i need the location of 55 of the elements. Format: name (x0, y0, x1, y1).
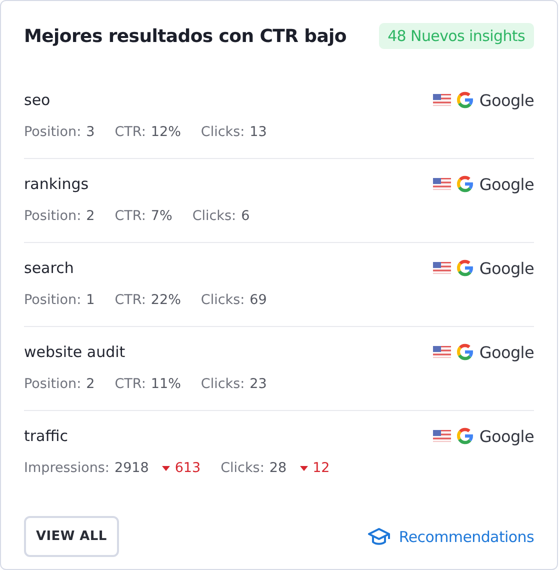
stat-label: CTR: (114, 124, 146, 140)
keyword: website audit (24, 343, 126, 361)
graduation-cap-icon (368, 528, 390, 546)
stat-change: 613 (174, 460, 201, 476)
keyword: traffic (24, 427, 68, 445)
stat-label: Position: (24, 376, 82, 392)
stat-value: 2 (86, 208, 95, 224)
stat-value: 23 (250, 376, 267, 392)
stat-value: 2918 (114, 460, 149, 476)
stat-label: Position: (24, 292, 82, 308)
stat-label: Clicks: (200, 292, 245, 308)
stat-value: 3 (86, 124, 95, 140)
stat-value: 1 (86, 292, 95, 308)
search-engine-label: Google (479, 258, 534, 278)
stat-label: CTR: (114, 208, 146, 224)
google-icon (455, 174, 476, 194)
stat-value: 11% (150, 376, 181, 392)
stat-label: Impressions: (24, 460, 110, 476)
stat-value: 12% (150, 124, 181, 140)
keyword: search (24, 259, 74, 277)
stat-label: CTR: (114, 376, 146, 392)
google-icon (455, 90, 476, 110)
stat-value: 2 (86, 376, 95, 392)
stat-label: Clicks: (200, 124, 245, 140)
search-engine-label: Google (479, 174, 534, 194)
stat-label: Position: (24, 124, 82, 140)
google-icon (455, 258, 476, 278)
search-engine-label: Google (479, 90, 534, 110)
stat-value: 22% (150, 292, 181, 308)
stat-value: 6 (241, 208, 250, 224)
keyword: seo (24, 91, 50, 109)
stat-value: 13 (250, 124, 267, 140)
stat-change: 12 (312, 460, 330, 476)
view-all-button[interactable]: VIEW ALL (24, 516, 119, 557)
stat-label: Clicks: (192, 208, 236, 224)
google-icon (455, 426, 476, 446)
flag-icon (433, 94, 452, 106)
stat-label: Position: (24, 208, 82, 224)
flag-icon (433, 430, 452, 442)
stat-label: CTR: (114, 292, 146, 308)
stat-value: 7% (150, 208, 172, 224)
stat-value: 28 (269, 460, 287, 476)
flag-icon (433, 262, 452, 274)
card-title: Mejores resultados con CTR bajo (24, 26, 346, 46)
stat-label: Clicks: (200, 376, 245, 392)
recommendations-link[interactable]: Recommendations (368, 528, 534, 546)
search-engine-label: Google (479, 342, 534, 362)
search-engine-label: Google (479, 426, 534, 446)
flag-icon (433, 178, 452, 190)
stat-label: Clicks: (220, 460, 264, 476)
flag-icon (433, 346, 452, 358)
google-icon (455, 342, 476, 362)
stat-value: 69 (250, 292, 267, 308)
keyword: rankings (24, 175, 89, 193)
insights-badge: 48 Nuevos insights (378, 23, 534, 49)
